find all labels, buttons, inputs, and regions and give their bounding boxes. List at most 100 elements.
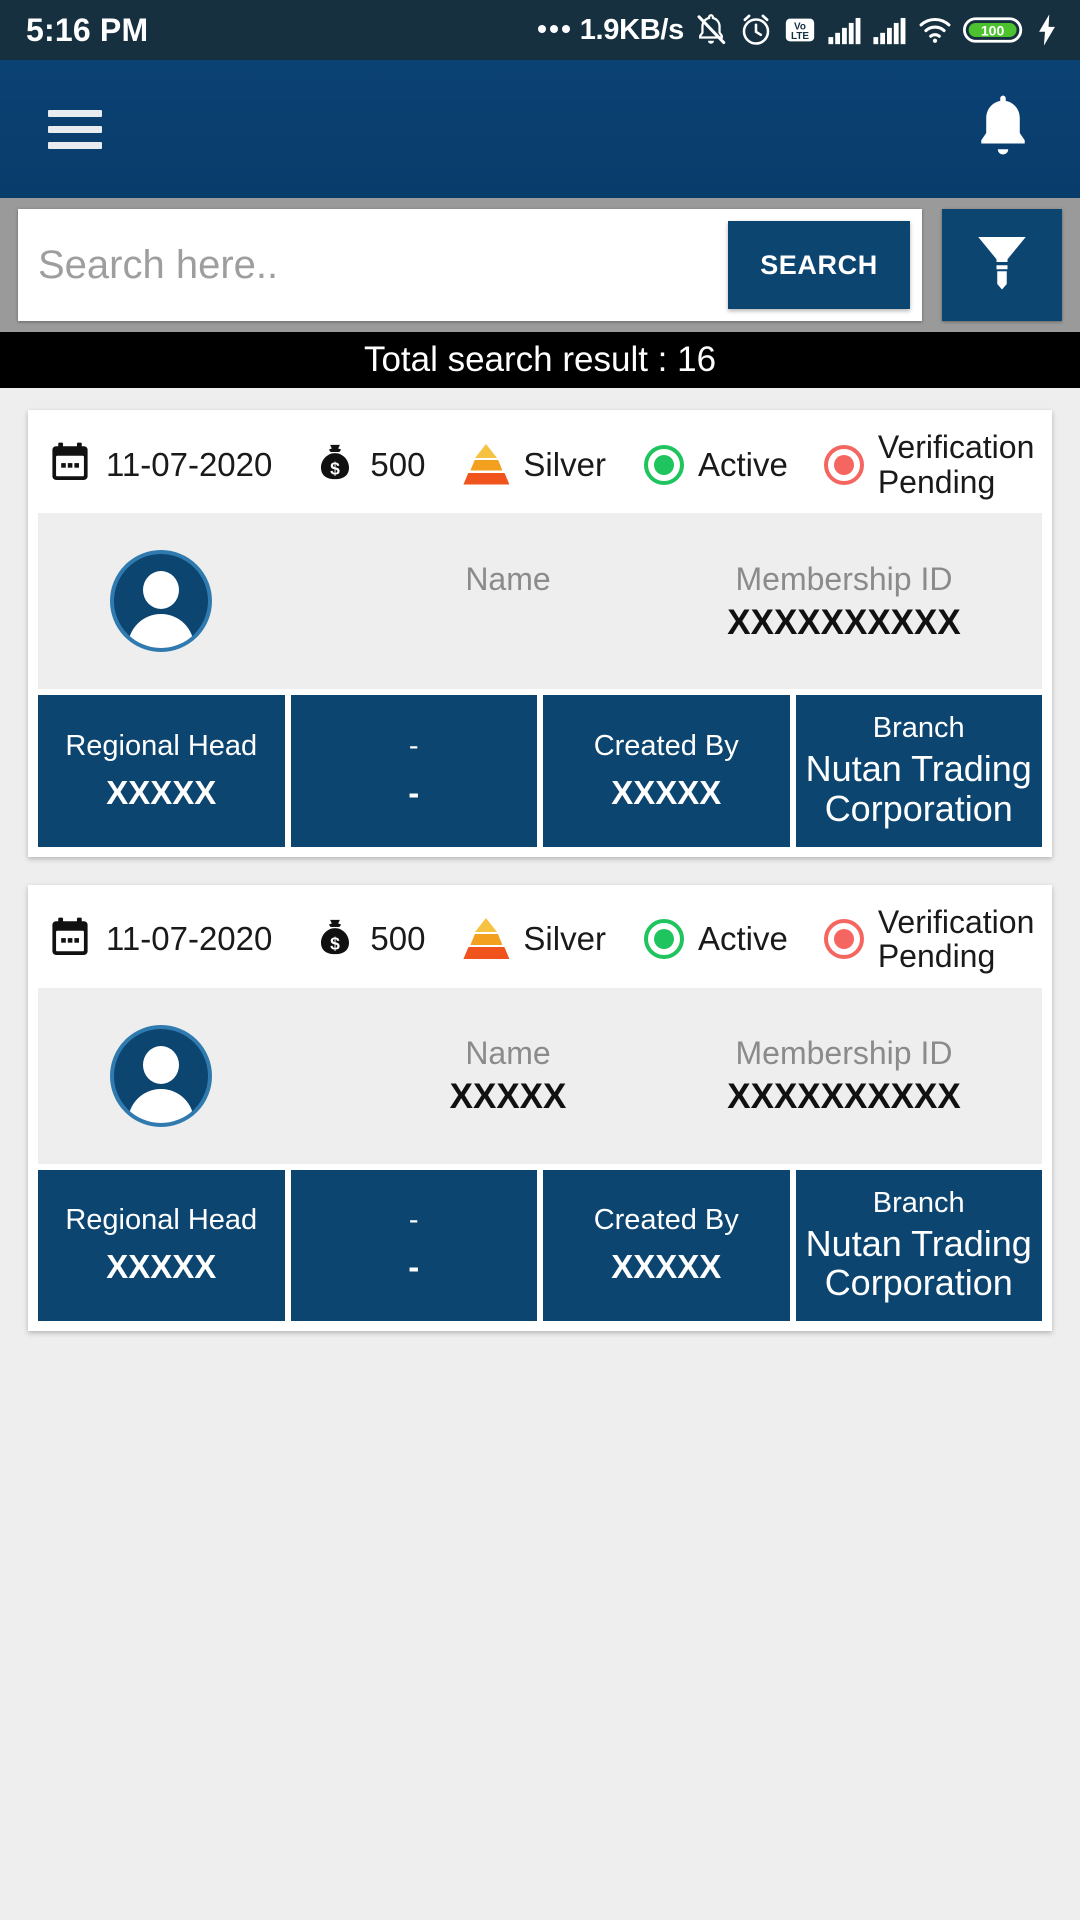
tile-created-by-label: Created By bbox=[593, 729, 739, 762]
meta-date: 11-07-2020 bbox=[48, 915, 272, 964]
card-amount: 500 bbox=[370, 920, 426, 958]
filter-button[interactable] bbox=[942, 209, 1062, 321]
meta-date: 11-07-2020 bbox=[48, 440, 272, 489]
status-pending-icon bbox=[823, 919, 864, 960]
bell-icon[interactable] bbox=[970, 90, 1036, 169]
result-count-banner: Total search result : 16 bbox=[0, 332, 1080, 388]
status-active-icon bbox=[643, 444, 684, 485]
network-speed-label: 1.9KB/s bbox=[579, 13, 685, 46]
search-button[interactable]: SEARCH bbox=[728, 221, 910, 309]
card-amount: 500 bbox=[370, 445, 426, 483]
tile-regional-head[interactable]: Regional Head XXXXX bbox=[38, 695, 285, 847]
meta-verification: Verification Pending bbox=[823, 903, 1035, 975]
status-bar-clock: 5:16 PM bbox=[26, 11, 149, 48]
svg-text:$: $ bbox=[330, 458, 340, 478]
card-status: Active bbox=[697, 920, 788, 958]
calendar-icon bbox=[48, 440, 92, 489]
tile-created-by-value: XXXXX bbox=[611, 773, 722, 811]
tile-branch-label: Branch bbox=[872, 712, 965, 745]
calendar-icon bbox=[48, 915, 92, 964]
result-card[interactable]: 11-07-2020 $ 500 Silver Active Verificat… bbox=[28, 410, 1052, 857]
field-name-value bbox=[418, 601, 598, 645]
wifi-icon bbox=[916, 13, 954, 47]
svg-text:LTE: LTE bbox=[791, 31, 809, 42]
battery-icon: 100 bbox=[963, 13, 1025, 47]
result-count-label: Total search result : 16 bbox=[363, 340, 717, 379]
card-tiles: Regional Head XXXXX - - Created By XXXXX… bbox=[38, 689, 1042, 847]
field-membership-id: Membership ID XXXXXXXXXX bbox=[694, 558, 994, 645]
card-verification: Verification Pending bbox=[877, 429, 1035, 500]
tile-created-by[interactable]: Created By XXXXX bbox=[543, 695, 790, 847]
tile-branch[interactable]: Branch Nutan Trading Corporation bbox=[795, 1169, 1042, 1321]
dots-icon bbox=[537, 24, 570, 36]
search-input[interactable] bbox=[38, 242, 728, 288]
search-field-wrapper[interactable]: SEARCH bbox=[18, 209, 922, 321]
card-meta-row: 11-07-2020 $ 500 Silver Active Verificat… bbox=[38, 416, 1042, 513]
tile-blank-value: - bbox=[408, 773, 420, 811]
meta-tier: Silver bbox=[463, 918, 606, 960]
field-membership-id: Membership ID XXXXXXXXXX bbox=[694, 1032, 994, 1119]
tile-blank-value: - bbox=[408, 1248, 420, 1286]
field-membership-id-value: XXXXXXXXXX bbox=[727, 602, 961, 642]
field-name: Name XXXXX bbox=[418, 1032, 598, 1119]
status-pending-icon bbox=[823, 444, 864, 485]
svg-text:$: $ bbox=[330, 933, 340, 953]
meta-amount: $ 500 bbox=[314, 915, 425, 964]
status-bar: 5:16 PM 1.9KB/s Vo LTE 100 bbox=[0, 0, 1080, 60]
tile-branch-value: Nutan Trading Corporation bbox=[805, 1222, 1032, 1304]
search-bar: SEARCH bbox=[0, 198, 1080, 332]
tile-regional-head-label: Regional Head bbox=[65, 1204, 258, 1237]
signal-bars-icon bbox=[871, 13, 907, 47]
tile-blank[interactable]: - - bbox=[290, 695, 537, 847]
meta-status: Active bbox=[643, 919, 788, 960]
card-date: 11-07-2020 bbox=[106, 445, 273, 483]
field-name: Name bbox=[418, 558, 598, 645]
meta-verification: Verification Pending bbox=[823, 429, 1035, 500]
card-verification: Verification Pending bbox=[877, 903, 1035, 975]
meta-tier: Silver bbox=[463, 443, 606, 486]
card-tier: Silver bbox=[523, 920, 606, 958]
pyramid-tier-icon bbox=[463, 918, 510, 960]
result-card[interactable]: 11-07-2020 $ 500 Silver Active Verificat… bbox=[28, 884, 1052, 1331]
card-tier: Silver bbox=[523, 445, 606, 483]
tile-created-by[interactable]: Created By XXXXX bbox=[543, 1169, 790, 1321]
tile-branch-value: Nutan Trading Corporation bbox=[805, 748, 1032, 829]
signal-bars-icon bbox=[826, 13, 862, 47]
tile-regional-head-value: XXXXX bbox=[106, 773, 217, 811]
charging-bolt-icon bbox=[1034, 13, 1060, 47]
money-bag-icon: $ bbox=[314, 915, 356, 964]
field-name-value: XXXXX bbox=[449, 1077, 567, 1117]
status-active-icon bbox=[643, 919, 684, 960]
tile-branch[interactable]: Branch Nutan Trading Corporation bbox=[795, 695, 1042, 847]
status-bar-icons: 1.9KB/s Vo LTE 100 bbox=[537, 12, 1060, 48]
tile-blank[interactable]: - - bbox=[290, 1169, 537, 1321]
tile-blank-label: - bbox=[408, 1204, 419, 1237]
tile-regional-head-value: XXXXX bbox=[106, 1248, 217, 1286]
battery-level-label: 100 bbox=[981, 23, 1005, 39]
avatar bbox=[110, 550, 212, 653]
alarm-clock-icon bbox=[738, 12, 774, 48]
card-status: Active bbox=[697, 445, 788, 483]
funnel-filter-icon bbox=[972, 230, 1032, 301]
field-name-label: Name bbox=[465, 1035, 551, 1071]
card-profile-row: Name Membership ID XXXXXXXXXX bbox=[38, 513, 1042, 690]
tile-blank-label: - bbox=[408, 729, 419, 762]
tile-regional-head[interactable]: Regional Head XXXXX bbox=[38, 1169, 285, 1321]
pyramid-tier-icon bbox=[463, 443, 510, 486]
tile-created-by-label: Created By bbox=[593, 1204, 739, 1237]
meta-amount: $ 500 bbox=[314, 440, 425, 489]
card-date: 11-07-2020 bbox=[106, 920, 273, 958]
search-results-list: 11-07-2020 $ 500 Silver Active Verificat… bbox=[0, 388, 1080, 1331]
tile-created-by-value: XXXXX bbox=[611, 1248, 722, 1286]
volte-icon: Vo LTE bbox=[783, 13, 817, 47]
card-profile-row: Name XXXXX Membership ID XXXXXXXXXX bbox=[38, 987, 1042, 1164]
field-membership-id-label: Membership ID bbox=[735, 560, 953, 597]
field-membership-id-label: Membership ID bbox=[735, 1035, 953, 1071]
app-bar bbox=[0, 60, 1080, 198]
tile-branch-label: Branch bbox=[872, 1186, 965, 1219]
field-membership-id-value: XXXXXXXXXX bbox=[727, 1077, 961, 1117]
avatar bbox=[110, 1024, 212, 1127]
hamburger-menu-icon[interactable] bbox=[48, 101, 102, 158]
meta-status: Active bbox=[643, 444, 788, 485]
tile-regional-head-label: Regional Head bbox=[65, 729, 258, 762]
